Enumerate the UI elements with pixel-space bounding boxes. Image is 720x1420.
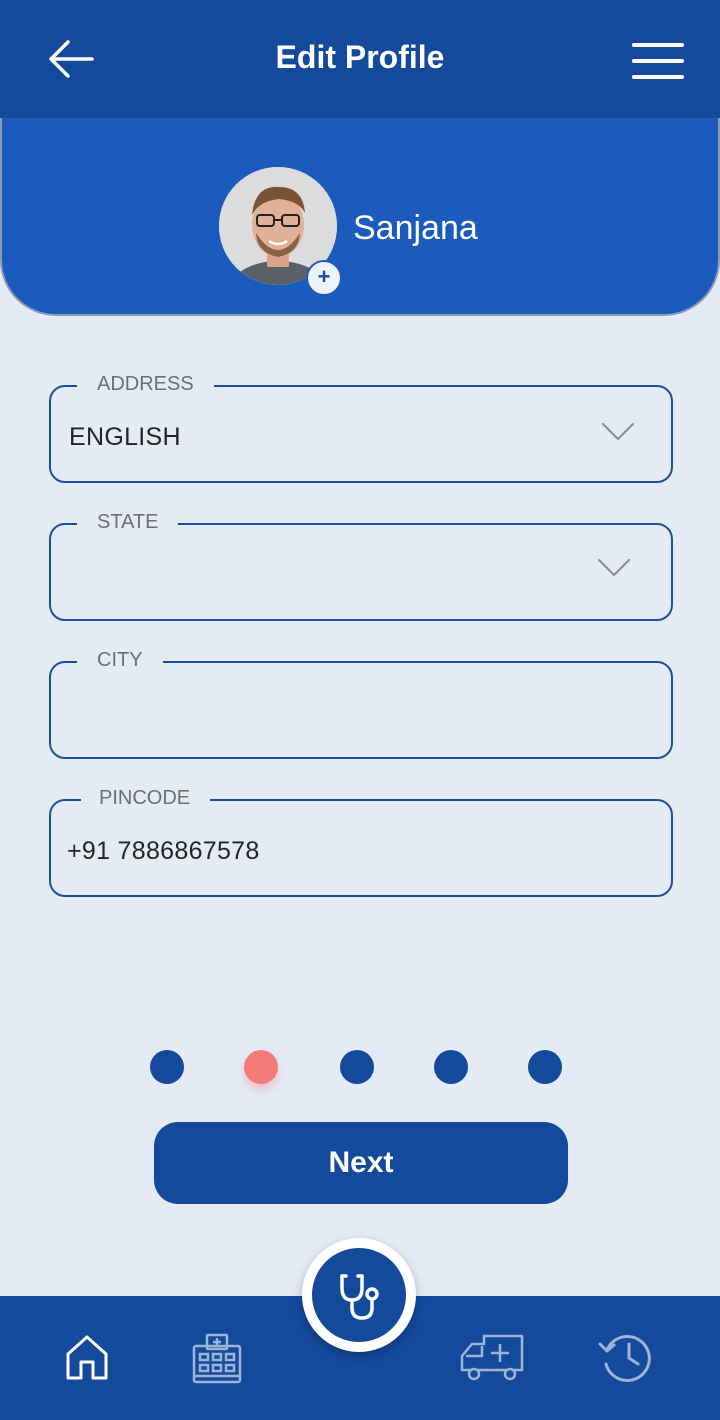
city-field[interactable]: CITY (49, 647, 673, 759)
next-button[interactable]: Next (154, 1122, 568, 1204)
address-label: ADDRESS (77, 371, 214, 397)
stethoscope-icon (340, 1274, 379, 1320)
nav-ambulance[interactable] (458, 1330, 528, 1389)
address-value: ENGLISH (69, 423, 181, 451)
page-title: Edit Profile (275, 39, 445, 75)
pincode-field[interactable]: PINCODE +91 7886867578 (49, 785, 673, 897)
menu-button[interactable] (628, 38, 688, 84)
pincode-label: PINCODE (81, 785, 211, 811)
history-icon (598, 1335, 651, 1382)
chevron-down-icon (601, 422, 635, 441)
page-indicator-dot (340, 1050, 374, 1084)
consult-doctor-button[interactable] (312, 1248, 406, 1342)
profile-name: Sanjana (353, 209, 478, 247)
nav-home[interactable] (62, 1332, 112, 1387)
page-indicator-dot (150, 1050, 184, 1084)
address-dropdown[interactable]: ADDRESS ENGLISH (49, 371, 673, 483)
page-indicator-dot (434, 1050, 468, 1084)
ambulance-icon (460, 1334, 524, 1381)
page-indicator-dot-active (244, 1050, 278, 1084)
add-photo-button[interactable]: + (306, 260, 342, 296)
page-indicator-dot (528, 1050, 562, 1084)
hamburger-menu-icon (632, 43, 684, 79)
state-label: STATE (77, 509, 179, 535)
pincode-value: +91 7886867578 (67, 837, 260, 865)
home-icon (66, 1335, 108, 1380)
city-label: CITY (77, 647, 163, 673)
nav-hospital[interactable] (190, 1332, 244, 1389)
hospital-icon (192, 1333, 242, 1384)
chevron-down-icon (597, 558, 631, 577)
state-dropdown[interactable]: STATE (49, 509, 673, 621)
nav-history[interactable] (596, 1330, 656, 1389)
